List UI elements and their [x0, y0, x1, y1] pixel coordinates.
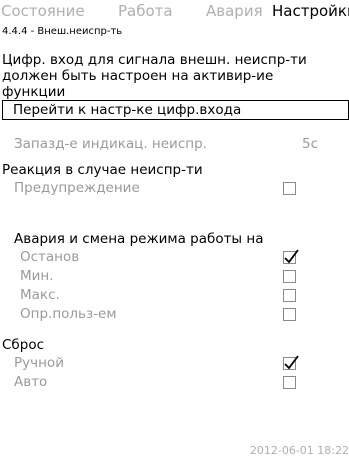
reset-header: Сброс	[2, 337, 45, 353]
warning-label: Предупреждение	[14, 180, 140, 196]
goto-digital-input-button[interactable]: Перейти к настр-ке цифр.входа	[2, 100, 349, 120]
alarm-option-label: Мин.	[20, 268, 54, 284]
alarm-option-max-checkbox[interactable]	[283, 289, 296, 302]
tab-alarm[interactable]: Авария	[206, 2, 263, 20]
alarm-option-stop-checkbox[interactable]	[283, 249, 299, 264]
reset-option-label: Авто	[14, 374, 48, 390]
tab-operation[interactable]: Работа	[118, 2, 173, 20]
tab-status[interactable]: Состояние	[1, 2, 85, 20]
alarm-option-label: Опр.польз-ем	[20, 306, 117, 322]
alarm-option-label: Останов	[20, 249, 80, 265]
timestamp: 2012-06-01 18:22	[249, 444, 349, 457]
description-line: функции	[2, 84, 66, 100]
alarm-header: Авария и смена режима работы на	[14, 231, 264, 247]
alarm-option-label: Макс.	[20, 287, 60, 303]
reset-manual-checkbox[interactable]	[283, 355, 299, 370]
description-line: должен быть настроен на активир-ие	[2, 68, 274, 84]
reaction-header: Реакция в случае неиспр-ти	[2, 162, 203, 178]
alarm-option-min-checkbox[interactable]	[283, 270, 296, 283]
description-line: Цифр. вход для сигнала внешн. неиспр-ти	[2, 52, 307, 68]
warning-checkbox[interactable]	[283, 182, 296, 195]
checkmark-icon	[284, 249, 299, 264]
tab-settings[interactable]: Настройки	[272, 2, 349, 20]
delay-value[interactable]: 5с	[302, 136, 318, 152]
reset-auto-checkbox[interactable]	[283, 376, 296, 389]
description-text: Цифр. вход для сигнала внешн. неиспр-ти …	[2, 52, 307, 100]
checkmark-icon	[284, 355, 299, 370]
delay-label: Запазд-е индикац. неиспр.	[14, 136, 207, 152]
breadcrumb: 4.4.4 - Внеш.неиспр-ть	[2, 26, 123, 37]
reset-option-label: Ручной	[14, 355, 64, 371]
alarm-option-user-checkbox[interactable]	[283, 308, 296, 321]
